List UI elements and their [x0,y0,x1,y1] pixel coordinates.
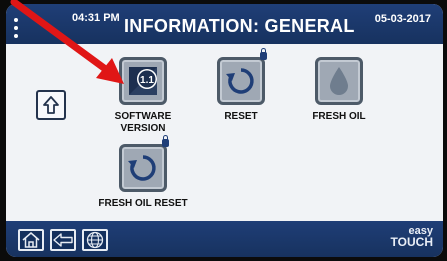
reset-button[interactable] [217,48,267,105]
software-version-label: SOFTWARE VERSION [88,111,198,135]
menu-dots-icon[interactable] [14,18,18,42]
fresh-oil-reset-tile[interactable]: FRESH OIL RESET [88,135,198,210]
reset-icon [128,155,156,181]
software-version-button[interactable]: 1.1 [119,57,167,105]
fresh-oil-reset-label: FRESH OIL RESET [98,198,188,209]
lock-icon [260,48,267,60]
software-version-tile[interactable]: 1.1 SOFTWARE VERSION [88,57,198,135]
fresh-oil-reset-button[interactable] [119,135,169,192]
software-version-icon: 1.1 [129,67,157,95]
reset-label: RESET [224,111,258,122]
date-display: 05-03-2017 [374,13,431,25]
fresh-oil-label: FRESH OIL [312,111,366,122]
reset-tile[interactable]: RESET [186,48,296,123]
label-line-1: SOFTWARE [114,111,172,122]
lock-icon [162,135,169,147]
content-area: 1.1 SOFTWARE VERSION RESET FRESH OIL FRE… [6,44,443,225]
header-bar: 04:31 PM INFORMATION: GENERAL 05-03-2017 [6,4,443,44]
home-button[interactable] [18,229,44,251]
reset-icon [226,68,254,94]
oil-drop-icon [330,67,348,95]
page-title: INFORMATION: GENERAL [124,16,355,36]
fresh-oil-tile[interactable]: FRESH OIL [284,57,394,123]
screen: 04:31 PM INFORMATION: GENERAL 05-03-2017… [6,4,443,257]
footer-bar: easy TOUCH [6,221,443,257]
clock-time: 04:31 PM [72,12,120,24]
version-badge: 1.1 [140,75,154,86]
easytouch-logo: easy TOUCH [390,226,433,249]
fresh-oil-button[interactable] [315,57,363,105]
home-icon [22,232,40,248]
back-button[interactable] [50,229,76,251]
label-line-2: VERSION [120,123,166,134]
up-arrow-icon [43,96,59,114]
globe-icon [86,231,104,249]
back-arrow-icon [53,233,73,247]
scroll-up-button[interactable] [36,90,66,120]
brand-line-2: TOUCH [390,235,433,249]
language-button[interactable] [82,229,108,251]
